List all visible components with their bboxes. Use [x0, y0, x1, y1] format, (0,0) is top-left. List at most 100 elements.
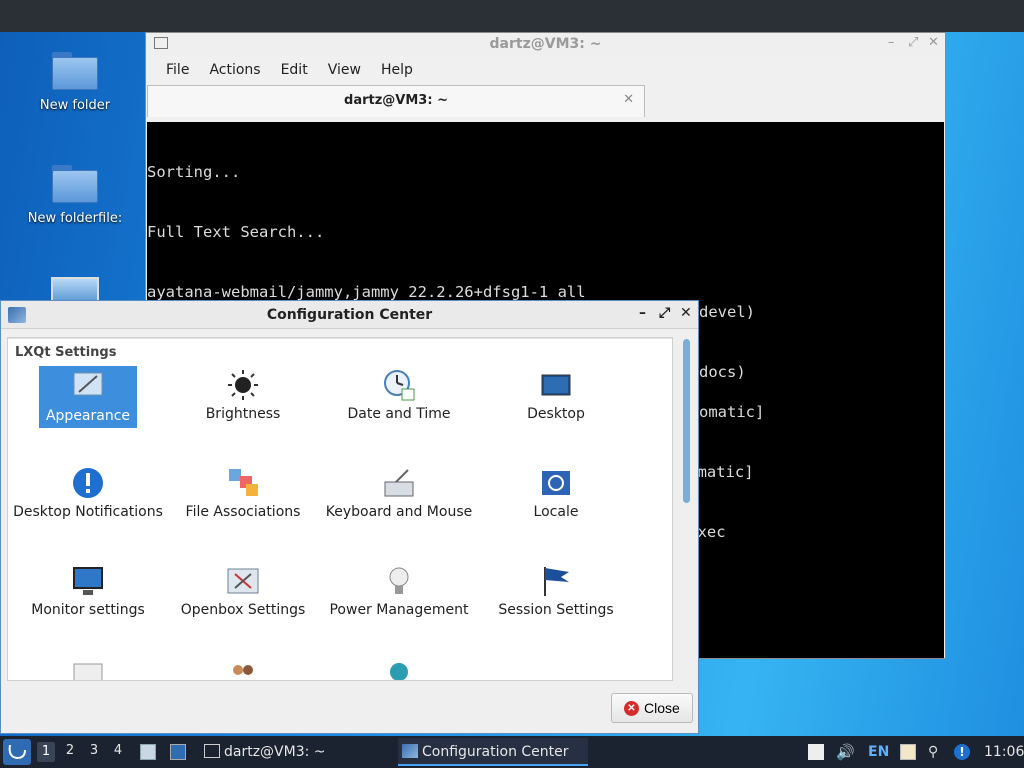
settings-item-desktop[interactable]: Desktop — [481, 368, 631, 423]
terminal-line-fragment: omatic] — [699, 403, 765, 421]
group-divider — [8, 338, 672, 339]
clock-icon — [382, 368, 416, 402]
terminal-line: Full Text Search... — [147, 223, 325, 241]
show-desktop-icon[interactable] — [170, 744, 186, 760]
task-label: dartz@VM3: ~ — [224, 744, 326, 760]
task-terminal[interactable]: dartz@VM3: ~ — [200, 738, 390, 766]
settings-item-label: Appearance — [45, 408, 131, 424]
workspace-3[interactable]: 3 — [85, 743, 103, 758]
maximize-icon[interactable]: ⤢ — [908, 35, 918, 50]
minimize-icon[interactable]: – — [639, 305, 646, 321]
configuration-center-window[interactable]: Configuration Center – ⤢ ✕ LXQt Settings… — [0, 300, 699, 734]
desktop-icon-new-folder[interactable]: New folder — [15, 52, 135, 113]
quicklaunch-files-icon[interactable] — [140, 744, 156, 760]
terminal-menubar: File Actions Edit View Help — [146, 55, 945, 85]
notification-icon[interactable]: ! — [954, 744, 970, 760]
menu-help[interactable]: Help — [371, 62, 423, 78]
config-app-icon — [402, 744, 418, 758]
terminal-titlebar[interactable]: dartz@VM3: ~ – ⤢ ✕ — [146, 33, 945, 55]
settings-item-label: Session Settings — [498, 602, 614, 618]
close-icon: ✕ — [624, 701, 639, 716]
notes-icon[interactable] — [900, 744, 916, 760]
desktop-icon-computer[interactable] — [15, 277, 135, 301]
close-button[interactable]: ✕ Close — [611, 693, 693, 723]
file-associations-icon — [226, 466, 260, 500]
terminal-window-title: dartz@VM3: ~ — [489, 36, 602, 52]
scrollbar-thumb[interactable] — [683, 339, 690, 503]
settings-item-session[interactable]: Session Settings — [481, 564, 631, 619]
group-title: LXQt Settings — [15, 345, 117, 360]
menu-view[interactable]: View — [318, 62, 371, 78]
settings-item-label: Power Management — [329, 602, 469, 618]
settings-item-label: Openbox Settings — [180, 602, 306, 618]
close-icon[interactable]: ✕ — [928, 35, 939, 50]
locale-icon — [539, 466, 573, 500]
close-icon[interactable]: ✕ — [680, 305, 692, 321]
settings-item-power-management[interactable]: Power Management — [324, 564, 474, 619]
clipboard-icon[interactable] — [808, 744, 824, 760]
menu-actions[interactable]: Actions — [199, 62, 270, 78]
settings-item-label: Desktop — [527, 406, 585, 422]
settings-item-desktop-notifications[interactable]: Desktop Notifications — [13, 466, 163, 521]
volume-icon[interactable]: 🔊 — [836, 744, 855, 760]
settings-item-monitor[interactable]: Monitor settings — [13, 564, 163, 619]
settings-item-label: Locale — [533, 504, 579, 520]
monitor-icon — [71, 564, 105, 598]
terminal-line-fragment: devel) — [699, 303, 755, 321]
terminal-line-fragment: docs) — [699, 363, 746, 381]
settings-item-label: Desktop Notifications — [13, 504, 163, 520]
task-configuration-center[interactable]: Configuration Center — [398, 738, 588, 766]
flag-icon — [539, 564, 573, 598]
settings-item-locale[interactable]: Locale — [481, 466, 631, 521]
openbox-icon — [226, 564, 260, 598]
taskbar: 1 2 3 4 dartz@VM3: ~ Configuration Cente… — [0, 736, 1024, 768]
settings-item-partial[interactable] — [324, 662, 474, 680]
minimize-icon[interactable]: – — [888, 35, 895, 50]
clock[interactable]: 11:06 — [984, 736, 1024, 768]
brightness-icon — [226, 368, 260, 402]
settings-item-openbox[interactable]: Openbox Settings — [168, 564, 318, 619]
workspace-4[interactable]: 4 — [109, 743, 127, 758]
network-icon[interactable]: ⚲ — [928, 744, 944, 760]
gear-icon — [382, 662, 416, 680]
terminal-tabbar: dartz@VM3: ~ ✕ — [146, 85, 945, 117]
maximize-icon[interactable]: ⤢ — [659, 305, 670, 321]
tab-close-icon[interactable]: ✕ — [623, 92, 634, 107]
settings-grid: LXQt Settings Appearance Brightness Date… — [7, 337, 673, 681]
settings-item-file-associations[interactable]: File Associations — [168, 466, 318, 521]
settings-item-label: Brightness — [205, 406, 281, 422]
settings-item-label: File Associations — [185, 504, 301, 520]
settings-item-partial[interactable] — [13, 662, 163, 680]
settings-item-partial[interactable] — [168, 662, 318, 680]
settings-item-label: Keyboard and Mouse — [325, 504, 473, 520]
config-titlebar[interactable]: Configuration Center – ⤢ ✕ — [1, 301, 698, 329]
desktop-icon-new-folderfile[interactable]: New folderfile: — [15, 165, 135, 226]
task-label: Configuration Center — [422, 744, 569, 760]
workspace-2[interactable]: 2 — [61, 743, 79, 758]
terminal-line: ayatana-webmail/jammy,jammy 22.2.26+dfsg… — [147, 283, 586, 301]
menu-file[interactable]: File — [156, 62, 199, 78]
desktop-icon-label: New folderfile: — [27, 211, 123, 226]
terminal-line: Sorting... — [147, 163, 241, 181]
lxqt-logo-icon — [8, 744, 26, 760]
workspace-1[interactable]: 1 — [37, 742, 55, 762]
settings-item-keyboard-mouse[interactable]: Keyboard and Mouse — [324, 466, 474, 521]
settings-scrollbar[interactable] — [679, 337, 693, 681]
desktop-icon — [539, 368, 573, 402]
lightbulb-icon — [382, 564, 416, 598]
config-window-title: Configuration Center — [266, 307, 433, 323]
terminal-icon — [204, 744, 220, 758]
menu-edit[interactable]: Edit — [271, 62, 318, 78]
settings-item-label: Date and Time — [347, 406, 451, 422]
terminal-tab-label: dartz@VM3: ~ — [344, 93, 448, 108]
start-menu-button[interactable] — [3, 739, 31, 765]
settings-item-date-time[interactable]: Date and Time — [324, 368, 474, 423]
settings-item-appearance[interactable]: Appearance — [39, 366, 137, 428]
close-button-label: Close — [644, 700, 680, 716]
settings-item-label: Monitor settings — [31, 602, 145, 618]
computer-icon — [51, 277, 99, 301]
folder-icon — [52, 52, 98, 90]
keyboard-layout-indicator[interactable]: EN — [868, 736, 889, 768]
terminal-tab[interactable]: dartz@VM3: ~ ✕ — [147, 85, 645, 117]
settings-item-brightness[interactable]: Brightness — [168, 368, 318, 423]
